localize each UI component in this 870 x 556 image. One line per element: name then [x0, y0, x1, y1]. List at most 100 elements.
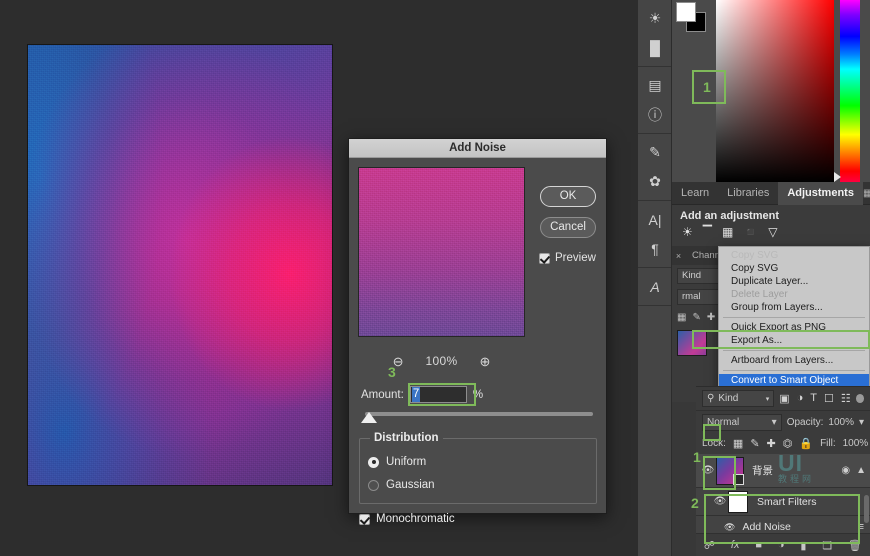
menu-item-duplicate-layer[interactable]: Duplicate Layer...: [719, 275, 869, 288]
opacity-chevron-icon[interactable]: ▾: [859, 417, 864, 428]
menu-item-copy-svg-top[interactable]: Copy SVG: [719, 249, 869, 262]
noise-grain-overlay: [27, 44, 333, 486]
shape-filter-icon[interactable]: ☐: [824, 392, 834, 405]
delete-layer-icon[interactable]: 🗑: [848, 539, 862, 552]
smartobject-filter-icon[interactable]: ☷: [841, 392, 851, 405]
fill-value[interactable]: 100%: [843, 438, 869, 449]
type-filter-icon[interactable]: T: [810, 392, 817, 405]
tab-adjustments[interactable]: Adjustments: [778, 182, 863, 205]
ok-button[interactable]: OK: [540, 186, 596, 207]
brightness-icon[interactable]: ☀: [682, 225, 693, 239]
opacity-label: Opacity:: [787, 417, 824, 428]
amount-slider-thumb[interactable]: [361, 412, 377, 423]
table-row[interactable]: 👁 背景 ◉ ▲: [696, 454, 870, 488]
amount-row: Amount: 7 %: [361, 386, 483, 403]
radio-gaussian-dot[interactable]: [368, 480, 379, 491]
all-lock-icon[interactable]: 🔒: [799, 437, 813, 450]
monochromatic-checkbox[interactable]: [359, 514, 370, 525]
panel-menu-icon[interactable]: ▦: [863, 182, 870, 205]
curves-icon[interactable]: ▦: [722, 225, 733, 239]
fx-icon[interactable]: ◉: [841, 465, 850, 476]
preview-checkbox-row[interactable]: Preview: [539, 252, 596, 264]
radio-gaussian[interactable]: Gaussian: [368, 479, 435, 491]
add-mask-icon[interactable]: ■: [755, 539, 762, 551]
artboard-lock-icon[interactable]: ⏣: [783, 437, 793, 450]
tab-libraries[interactable]: Libraries: [718, 182, 778, 205]
info-icon[interactable]: ⓘ: [638, 100, 672, 129]
radio-uniform-dot[interactable]: [368, 457, 379, 468]
smart-filters-row[interactable]: 👁 Smart Filters: [696, 488, 870, 516]
color-wheel-icon[interactable]: ☀: [638, 4, 672, 33]
pixel-filter-icon[interactable]: ▣: [779, 392, 789, 405]
zoom-in-icon[interactable]: ⊕: [479, 355, 490, 368]
layer-kind-filter[interactable]: ⚲ Kind ▾: [702, 390, 774, 407]
amount-slider-track[interactable]: [365, 412, 593, 416]
annotation-number-1: 1: [703, 79, 711, 95]
filter-options-icon[interactable]: ≡: [858, 521, 864, 533]
foreground-swatch[interactable]: [676, 2, 696, 22]
info-panel-icon[interactable]: ▤: [638, 71, 672, 100]
hidden-layer-thumbnail[interactable]: [677, 330, 707, 356]
chevron-up-icon[interactable]: ▲: [856, 465, 866, 476]
menu-item-export-as[interactable]: Export As...: [719, 334, 869, 347]
hidden-lock-move-icon[interactable]: ✚: [707, 312, 715, 323]
adjustment-filter-icon[interactable]: ◑: [797, 392, 804, 405]
hidden-blend-label: rmal: [682, 291, 700, 302]
link-icon[interactable]: ☍: [704, 539, 715, 552]
eye-icon[interactable]: 👁: [700, 465, 716, 476]
hue-marker-icon[interactable]: [834, 172, 841, 182]
exposure-icon[interactable]: ◾: [743, 225, 758, 239]
color-field[interactable]: [716, 0, 834, 182]
transparent-lock-icon[interactable]: ▦: [733, 437, 743, 450]
brushes-icon[interactable]: ✿: [638, 167, 672, 196]
glyphs-icon[interactable]: A: [638, 272, 672, 301]
layer-name: 背景: [752, 463, 773, 478]
vibrance-icon[interactable]: ▽: [768, 225, 777, 239]
monochromatic-row[interactable]: Monochromatic: [359, 513, 455, 525]
menu-item-quick-export-png[interactable]: Quick Export as PNG: [719, 321, 869, 334]
tab-learn[interactable]: Learn: [672, 182, 718, 205]
new-layer-icon[interactable]: ❏: [822, 539, 832, 552]
smart-filter-effect-label: Add Noise: [742, 521, 790, 533]
adjustments-panel: Learn Libraries Adjustments ▦ Add an adj…: [672, 182, 870, 246]
histogram-icon[interactable]: █: [638, 33, 672, 62]
amount-input[interactable]: 7: [410, 386, 467, 403]
layers-scrollbar[interactable]: [864, 495, 869, 523]
dock-group-glyphs: A: [638, 268, 671, 306]
dialog-title: Add Noise: [349, 139, 606, 158]
brush-settings-icon[interactable]: ✎: [638, 138, 672, 167]
new-group-icon[interactable]: ▮: [800, 539, 806, 552]
menu-item-group-from-layers[interactable]: Group from Layers...: [719, 301, 869, 314]
opacity-value[interactable]: 100%: [828, 417, 854, 428]
menu-item-artboard-from-layers[interactable]: Artboard from Layers...: [719, 354, 869, 367]
character-icon[interactable]: A|: [638, 205, 672, 234]
eye-icon[interactable]: 👁: [712, 496, 728, 507]
move-lock-icon[interactable]: ✚: [767, 437, 776, 450]
smart-filter-mask-thumbnail[interactable]: [728, 491, 748, 513]
photoshop-window: Add Noise OK Cancel Preview ⊖ 100% ⊕ Amo…: [0, 0, 870, 556]
brush-lock-icon[interactable]: ✎: [750, 437, 759, 450]
hidden-lock-transparent-icon[interactable]: ▦: [677, 312, 686, 323]
eye-icon[interactable]: 👁: [724, 522, 735, 533]
blend-mode-value: Normal: [707, 417, 739, 428]
radio-uniform[interactable]: Uniform: [368, 456, 426, 468]
menu-item-delete-layer[interactable]: Delete Layer: [719, 288, 869, 301]
cancel-button[interactable]: Cancel: [540, 217, 596, 238]
new-adjustment-icon[interactable]: ◑: [778, 539, 785, 551]
fx-icon[interactable]: fx: [731, 539, 740, 551]
close-icon[interactable]: ×: [672, 251, 685, 261]
layer-thumbnail[interactable]: [716, 457, 744, 485]
blend-mode-select[interactable]: Normal ▾: [702, 414, 782, 431]
annotation-number-1b: 1: [693, 449, 701, 465]
levels-icon[interactable]: ▔: [703, 225, 712, 239]
document-canvas[interactable]: [27, 44, 333, 486]
hidden-lock-brush-icon[interactable]: ✎: [692, 312, 700, 323]
zoom-level: 100%: [426, 354, 458, 368]
adjustment-icon-row: ☀ ▔ ▦ ◾ ▽: [672, 224, 870, 240]
filter-toggle-icon[interactable]: [856, 394, 864, 403]
paragraph-icon[interactable]: ¶: [638, 234, 672, 263]
menu-item-copy-svg[interactable]: Copy SVG: [719, 262, 869, 275]
dialog-preview-thumbnail[interactable]: [358, 167, 525, 337]
hue-strip[interactable]: [840, 0, 860, 182]
preview-checkbox[interactable]: [539, 253, 550, 264]
